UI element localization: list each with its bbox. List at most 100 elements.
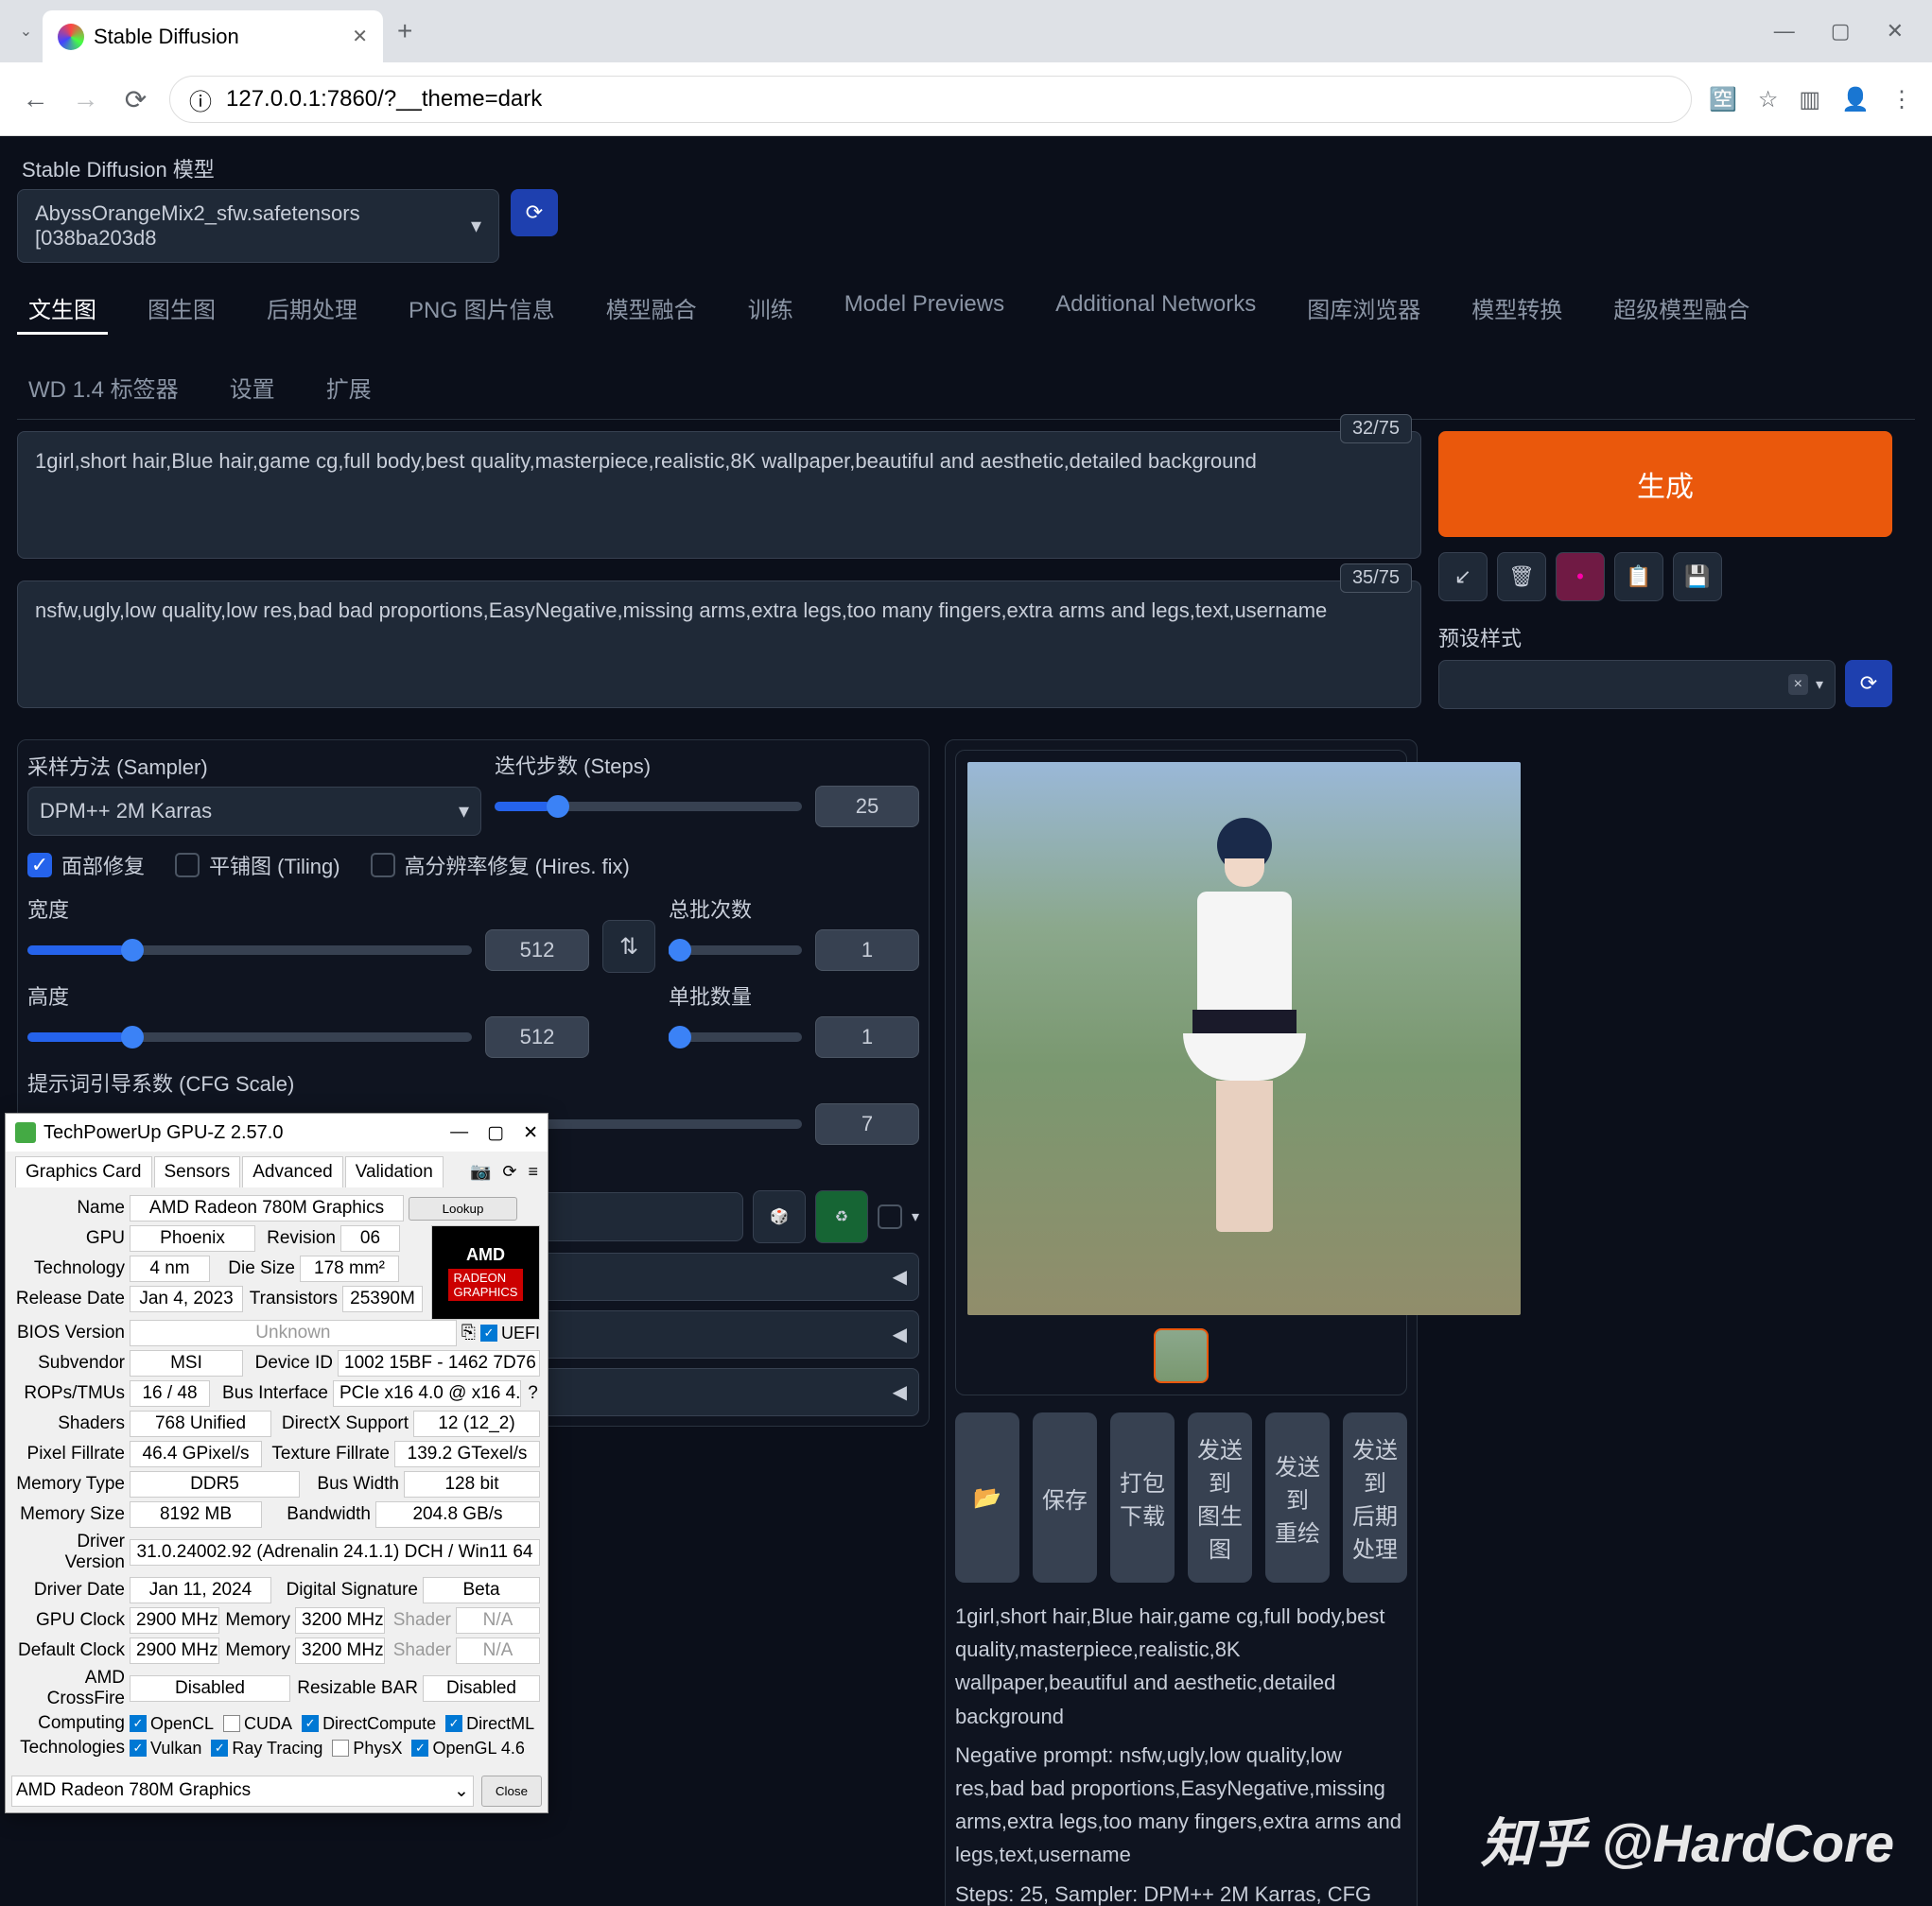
url-input[interactable]: ⓘ 127.0.0.1:7860/?__theme=dark [169,76,1692,123]
gpuz-tab-Validation[interactable]: Validation [345,1156,444,1187]
tab-bar: ⌄ Stable Diffusion ✕ + — ▢ ✕ [0,0,1932,62]
info-icon[interactable]: ⓘ [189,83,212,116]
tab-12[interactable]: 设置 [218,363,287,411]
model-select[interactable]: AbyssOrangeMix2_sfw.safetensors [038ba20… [17,189,499,263]
save-icon[interactable]: 💾 [1673,552,1722,601]
negative-prompt-input[interactable] [17,580,1421,708]
gpuz-tab-Advanced[interactable]: Advanced [242,1156,343,1187]
gpuz-window[interactable]: TechPowerUp GPU-Z 2.57.0 — ▢ ✕ Graphics … [5,1113,548,1813]
trash-icon[interactable]: 🗑 [1497,552,1546,601]
tab-close-icon[interactable]: ✕ [352,25,368,48]
new-tab-button[interactable]: + [397,16,412,46]
tab-5[interactable]: 训练 [737,284,805,335]
action-btn-2[interactable]: 打包下载 [1110,1412,1175,1583]
gpuz-chk-PhysX[interactable]: PhysX [332,1739,402,1759]
preset-select[interactable]: × ▾ [1438,660,1836,709]
batch-count-value[interactable]: 1 [815,929,919,971]
gpuz-chk-Ray Tracing[interactable]: ✓Ray Tracing [211,1739,322,1759]
gpuz-chk-OpenCL[interactable]: ✓OpenCL [130,1714,214,1734]
side-panel-icon[interactable]: ▥ [1799,86,1820,113]
output-preview: ✕ [955,750,1407,1395]
generate-button[interactable]: 生成 [1438,431,1892,537]
random-seed-button[interactable]: 🎲 [753,1190,806,1243]
hires-checkbox[interactable]: 高分辨率修复 (Hires. fix) [371,850,630,880]
action-btn-4[interactable]: 发送到 重绘 [1265,1412,1330,1583]
gpuz-camera-icon[interactable]: 📷 [470,1162,491,1182]
tab-1[interactable]: 图生图 [136,284,227,335]
gpuz-chk-OpenGL 4.6[interactable]: ✓OpenGL 4.6 [411,1739,524,1759]
action-btn-1[interactable]: 保存 [1033,1412,1097,1583]
batch-size-slider[interactable] [669,1032,802,1042]
refresh-model-button[interactable]: ⟳ [511,189,558,236]
gpuz-minimize-icon[interactable]: — [450,1122,468,1144]
tiling-checkbox[interactable]: 平铺图 (Tiling) [175,850,340,880]
positive-prompt-input[interactable] [17,431,1421,559]
gpuz-tab-Sensors[interactable]: Sensors [154,1156,241,1187]
gpuz-chk-DirectML[interactable]: ✓DirectML [445,1714,534,1734]
browser-tab[interactable]: Stable Diffusion ✕ [43,10,383,62]
gpuz-refresh-icon[interactable]: ⟳ [502,1162,516,1182]
batch-size-value[interactable]: 1 [815,1016,919,1058]
gpuz-lookup-button[interactable]: Lookup [409,1197,517,1221]
refresh-preset-button[interactable]: ⟳ [1845,660,1892,707]
reuse-seed-button[interactable]: ♻ [815,1190,868,1243]
gpuz-chk-DirectCompute[interactable]: ✓DirectCompute [302,1714,436,1734]
gpuz-export-icon[interactable]: ⎘ [461,1323,476,1343]
gpuz-menu-icon[interactable]: ≡ [528,1162,538,1182]
tab-list-collapse[interactable]: ⌄ [9,15,43,48]
gpuz-chk-CUDA[interactable]: CUDA [223,1714,292,1734]
height-slider[interactable] [27,1032,472,1042]
tab-10[interactable]: 超级模型融合 [1602,284,1761,335]
tab-13[interactable]: 扩展 [315,363,383,411]
cfg-value[interactable]: 7 [815,1103,919,1145]
gpuz-chk-Vulkan[interactable]: ✓Vulkan [130,1739,201,1759]
tab-6[interactable]: Model Previews [833,284,1016,335]
close-icon[interactable]: ✕ [1887,19,1904,43]
seed-extra-checkbox[interactable] [878,1204,902,1229]
gpuz-maximize-icon[interactable]: ▢ [487,1122,504,1144]
forward-icon[interactable]: → [69,84,102,114]
action-btn-3[interactable]: 发送到 图生图 [1188,1412,1252,1583]
bookmark-icon[interactable]: ☆ [1758,86,1779,113]
tab-11[interactable]: WD 1.4 标签器 [17,363,190,411]
gpuz-title: TechPowerUp GPU-Z 2.57.0 [44,1122,443,1144]
lora-icon[interactable]: • [1556,552,1605,601]
sampler-select[interactable]: DPM++ 2M Karras▾ [27,787,481,836]
maximize-icon[interactable]: ▢ [1831,19,1851,43]
minimize-icon[interactable]: — [1774,19,1795,43]
face-restore-checkbox[interactable]: ✓面部修复 [27,850,145,880]
action-btn-5[interactable]: 发送到 后期处理 [1343,1412,1407,1583]
translate-icon[interactable]: 🈳 [1709,86,1737,113]
gpuz-tab-Graphics Card[interactable]: Graphics Card [15,1156,152,1187]
tab-2[interactable]: 后期处理 [255,284,369,335]
browser-chrome: ⌄ Stable Diffusion ✕ + — ▢ ✕ ← → ⟳ ⓘ 127… [0,0,1932,136]
swap-wh-button[interactable]: ⇅ [602,920,655,973]
action-btn-0[interactable]: 📂 [955,1412,1019,1583]
steps-slider[interactable] [495,802,802,811]
gpuz-close-button[interactable]: Close [481,1776,542,1807]
reload-icon[interactable]: ⟳ [119,84,152,115]
arrow-down-icon[interactable]: ↙ [1438,552,1488,601]
back-icon[interactable]: ← [19,84,52,114]
tab-0[interactable]: 文生图 [17,284,108,335]
batch-count-slider[interactable] [669,945,802,955]
height-value[interactable]: 512 [485,1016,589,1058]
tab-7[interactable]: Additional Networks [1044,284,1267,335]
clipboard-icon[interactable]: 📋 [1614,552,1663,601]
gpuz-device-select[interactable]: AMD Radeon 780M Graphics⌄ [11,1776,474,1807]
profile-icon[interactable]: 👤 [1841,86,1870,113]
thumbnail[interactable] [1154,1328,1209,1383]
expand-icon[interactable]: ▾ [912,1207,919,1226]
generated-image[interactable] [967,762,1521,1315]
menu-icon[interactable]: ⋮ [1890,86,1913,113]
tab-4[interactable]: 模型融合 [595,284,708,335]
gpuz-close-icon[interactable]: ✕ [523,1122,538,1144]
width-slider[interactable] [27,945,472,955]
tab-8[interactable]: 图库浏览器 [1296,284,1432,335]
batch-count-label: 总批次数 [669,893,919,924]
tab-3[interactable]: PNG 图片信息 [397,284,566,335]
clear-icon[interactable]: × [1788,674,1808,695]
tab-9[interactable]: 模型转换 [1460,284,1574,335]
width-value[interactable]: 512 [485,929,589,971]
steps-value[interactable]: 25 [815,786,919,827]
